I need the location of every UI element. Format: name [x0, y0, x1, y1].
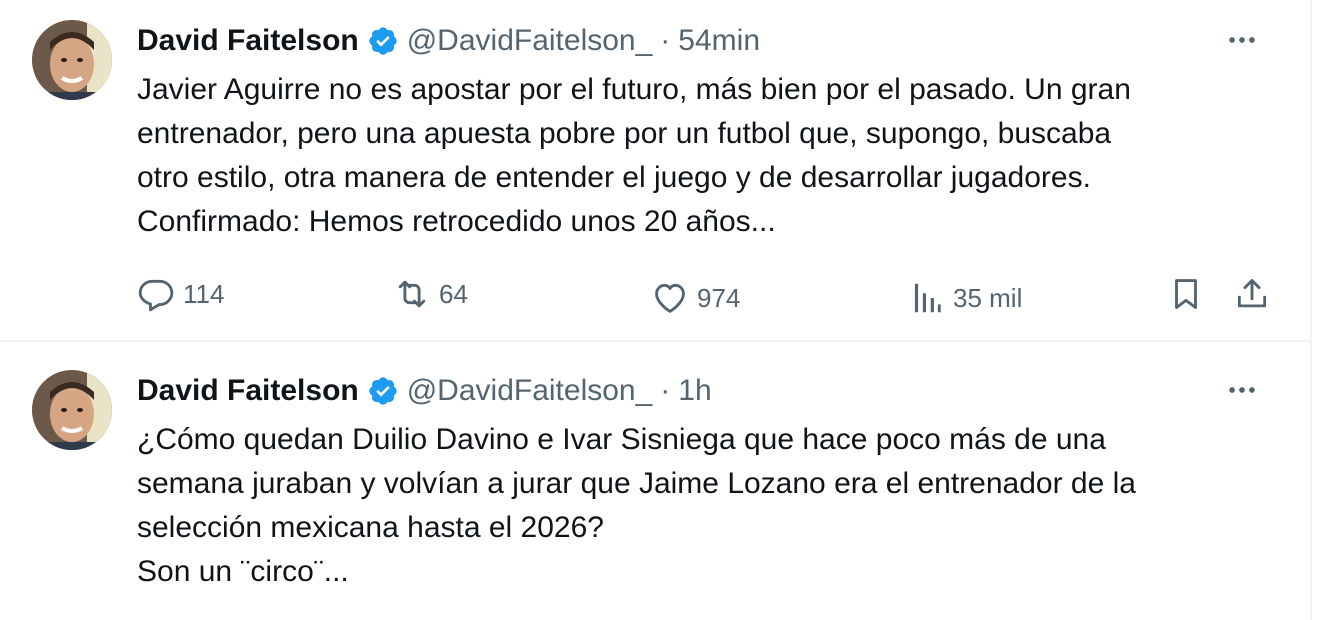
avatar[interactable] [32, 20, 112, 100]
timeline-feed: David Faitelson @DavidFaitelson_ · 54min… [0, 0, 1312, 620]
like-button[interactable]: 974 [651, 276, 740, 320]
tweet-text: ¿Cómo quedan Duilio Davino e Ivar Sisnie… [137, 423, 1136, 588]
tweet-header: David Faitelson @DavidFaitelson_ · 54min [137, 21, 760, 61]
share-button[interactable] [1233, 272, 1271, 316]
repost-arrows-icon [393, 275, 431, 313]
tweet-text: Javier Aguirre no es apostar por el futu… [137, 73, 1131, 238]
share-upload-icon [1233, 275, 1271, 313]
views-button[interactable]: 35 mil [907, 276, 1022, 320]
more-dots-icon[interactable] [1222, 370, 1262, 410]
bookmark-button[interactable] [1167, 272, 1205, 316]
reply-button[interactable]: 114 [137, 272, 224, 316]
timestamp[interactable]: 1h [678, 374, 711, 408]
avatar[interactable] [32, 370, 112, 450]
tweet-actions: 114 64 974 35 mil [137, 272, 1277, 316]
author-handle[interactable]: @DavidFaitelson_ [407, 24, 653, 58]
verified-badge-icon[interactable] [367, 375, 399, 407]
reply-count: 114 [183, 278, 225, 309]
author-name[interactable]: David Faitelson [137, 374, 359, 408]
author-name[interactable]: David Faitelson [137, 24, 359, 58]
reply-bubble-icon [137, 275, 175, 313]
bookmark-icon [1167, 275, 1205, 313]
separator-dot: · [660, 374, 671, 407]
like-count: 974 [697, 282, 741, 313]
author-handle[interactable]: @DavidFaitelson_ [407, 374, 653, 408]
tweet[interactable]: David Faitelson @DavidFaitelson_ · 1h ¿C… [0, 342, 1310, 620]
repost-count: 64 [439, 278, 468, 309]
timestamp[interactable]: 54min [678, 24, 760, 58]
tweet[interactable]: David Faitelson @DavidFaitelson_ · 54min… [0, 0, 1310, 342]
repost-button[interactable]: 64 [393, 272, 468, 316]
separator-dot: · [660, 24, 671, 57]
tweet-header: David Faitelson @DavidFaitelson_ · 1h [137, 371, 712, 411]
verified-badge-icon[interactable] [367, 25, 399, 57]
views-bars-icon [907, 279, 945, 317]
more-dots-icon[interactable] [1222, 20, 1262, 60]
heart-icon [651, 279, 689, 317]
views-count: 35 mil [953, 282, 1023, 313]
